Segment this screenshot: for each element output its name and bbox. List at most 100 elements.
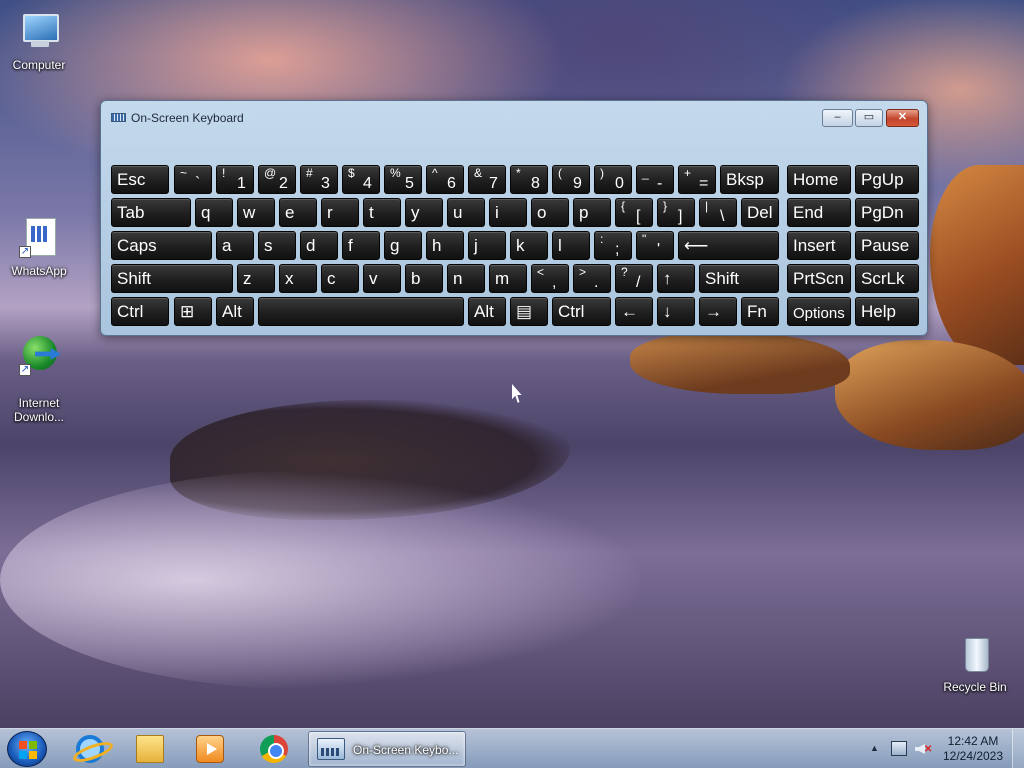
window-titlebar[interactable]: On-Screen Keyboard – ▭ ✕ — [101, 101, 927, 131]
key-d[interactable]: d — [300, 231, 338, 260]
key-esc[interactable]: Esc — [111, 165, 169, 194]
desktop-icon-computer[interactable]: Computer — [4, 10, 74, 72]
key-'[interactable]: " ' — [636, 231, 674, 260]
key-5[interactable]: % 5 — [384, 165, 422, 194]
key-;[interactable]: :; — [594, 231, 632, 260]
key-tab[interactable]: Tab — [111, 198, 191, 227]
key-pause[interactable]: Pause — [855, 231, 919, 260]
key-x[interactable]: x — [279, 264, 317, 293]
key-bksp[interactable]: Bksp — [720, 165, 779, 194]
close-button[interactable]: ✕ — [886, 109, 919, 127]
key-shift[interactable]: Shift — [699, 264, 779, 293]
show-desktop-button[interactable] — [1012, 729, 1024, 768]
key-w[interactable]: w — [237, 198, 275, 227]
start-button[interactable] — [7, 731, 47, 767]
key-.[interactable]: >. — [573, 264, 611, 293]
key-z[interactable]: z — [237, 264, 275, 293]
key-s[interactable]: s — [258, 231, 296, 260]
key-1[interactable]: ! 1 — [216, 165, 254, 194]
key-⟵[interactable]: ⟵ — [678, 231, 779, 260]
key-c[interactable]: c — [321, 264, 359, 293]
key-t[interactable]: t — [363, 198, 401, 227]
key-o[interactable]: o — [531, 198, 569, 227]
key-l[interactable]: l — [552, 231, 590, 260]
key-[[interactable]: {[ — [615, 198, 653, 227]
key-↓[interactable]: ↓ — [657, 297, 695, 326]
key-del[interactable]: Del — [741, 198, 779, 227]
key-ctrl[interactable]: Ctrl — [111, 297, 169, 326]
key-p[interactable]: p — [573, 198, 611, 227]
key-y[interactable]: y — [405, 198, 443, 227]
key-\[interactable]: | \ — [699, 198, 737, 227]
key-3[interactable]: #3 — [300, 165, 338, 194]
key-u[interactable]: u — [447, 198, 485, 227]
taskbar-chrome[interactable] — [246, 732, 302, 766]
key-a[interactable]: a — [216, 231, 254, 260]
key-alt[interactable]: Alt — [216, 297, 254, 326]
key-v[interactable]: v — [363, 264, 401, 293]
key-f[interactable]: f — [342, 231, 380, 260]
key-pgup[interactable]: PgUp — [855, 165, 919, 194]
key-g[interactable]: g — [384, 231, 422, 260]
key-r[interactable]: r — [321, 198, 359, 227]
key-e[interactable]: e — [279, 198, 317, 227]
key-caps[interactable]: Caps — [111, 231, 212, 260]
volume-muted-icon[interactable] — [915, 741, 933, 757]
key-q[interactable]: q — [195, 198, 233, 227]
key-⊞[interactable]: ⊞ — [174, 297, 212, 326]
minimize-button[interactable]: – — [822, 109, 853, 127]
key-8[interactable]: * 8 — [510, 165, 548, 194]
key-space[interactable] — [258, 297, 464, 326]
key-n[interactable]: n — [447, 264, 485, 293]
key-↑[interactable]: ↑ — [657, 264, 695, 293]
key-alt[interactable]: Alt — [468, 297, 506, 326]
taskbar-media-player[interactable] — [182, 732, 238, 766]
key-][interactable]: }] — [657, 198, 695, 227]
taskbar-windows-explorer[interactable] — [122, 732, 178, 766]
key-←[interactable]: ← — [615, 297, 653, 326]
network-icon[interactable] — [891, 741, 907, 756]
key-k[interactable]: k — [510, 231, 548, 260]
desktop-icon-recycle-bin[interactable]: Recycle Bin — [940, 632, 1010, 694]
key-h[interactable]: h — [426, 231, 464, 260]
key-fn[interactable]: Fn — [741, 297, 779, 326]
key-home[interactable]: Home — [787, 165, 851, 194]
key-0[interactable]: ) 0 — [594, 165, 632, 194]
key-shift-label: } — [663, 199, 668, 213]
key-→[interactable]: → — [699, 297, 737, 326]
desktop-icon-whatsapp[interactable]: ↗ WhatsApp — [4, 216, 74, 278]
maximize-button[interactable]: ▭ — [855, 109, 883, 127]
window-title: On-Screen Keyboard — [131, 111, 244, 125]
key-scrlk[interactable]: ScrLk — [855, 264, 919, 293]
media-player-icon — [196, 735, 224, 763]
key-,[interactable]: <, — [531, 264, 569, 293]
taskbar-internet-explorer[interactable] — [62, 732, 118, 766]
key-7[interactable]: & 7 — [468, 165, 506, 194]
key-j[interactable]: j — [468, 231, 506, 260]
key-▤[interactable]: ▤ — [510, 297, 548, 326]
key-end[interactable]: End — [787, 198, 851, 227]
key-4[interactable]: $4 — [342, 165, 380, 194]
desktop-icon-internet-download-manager[interactable]: ↗ Internet Downlo... — [4, 320, 74, 438]
key-insert[interactable]: Insert — [787, 231, 851, 260]
key-2[interactable]: @2 — [258, 165, 296, 194]
system-clock[interactable]: 12:42 AM 12/24/2023 — [936, 734, 1010, 764]
key-=[interactable]: + = — [678, 165, 716, 194]
key-m[interactable]: m — [489, 264, 527, 293]
key-b[interactable]: b — [405, 264, 443, 293]
key-/[interactable]: ? / — [615, 264, 653, 293]
key-i[interactable]: i — [489, 198, 527, 227]
key-shift[interactable]: Shift — [111, 264, 233, 293]
taskbar-on-screen-keyboard[interactable]: On-Screen Keybo... — [308, 731, 466, 767]
key-ctrl[interactable]: Ctrl — [552, 297, 611, 326]
show-hidden-icons-icon[interactable]: ▲ — [870, 743, 879, 753]
key-help[interactable]: Help — [855, 297, 919, 326]
key-pgdn[interactable]: PgDn — [855, 198, 919, 227]
key-shift-label: _ — [642, 166, 649, 180]
key-prtscn[interactable]: PrtScn — [787, 264, 851, 293]
key-options[interactable]: Options — [787, 297, 851, 326]
key-6[interactable]: ^ 6 — [426, 165, 464, 194]
key--[interactable]: _ - — [636, 165, 674, 194]
key-`[interactable]: ~ ` — [174, 165, 212, 194]
key-9[interactable]: (9 — [552, 165, 590, 194]
